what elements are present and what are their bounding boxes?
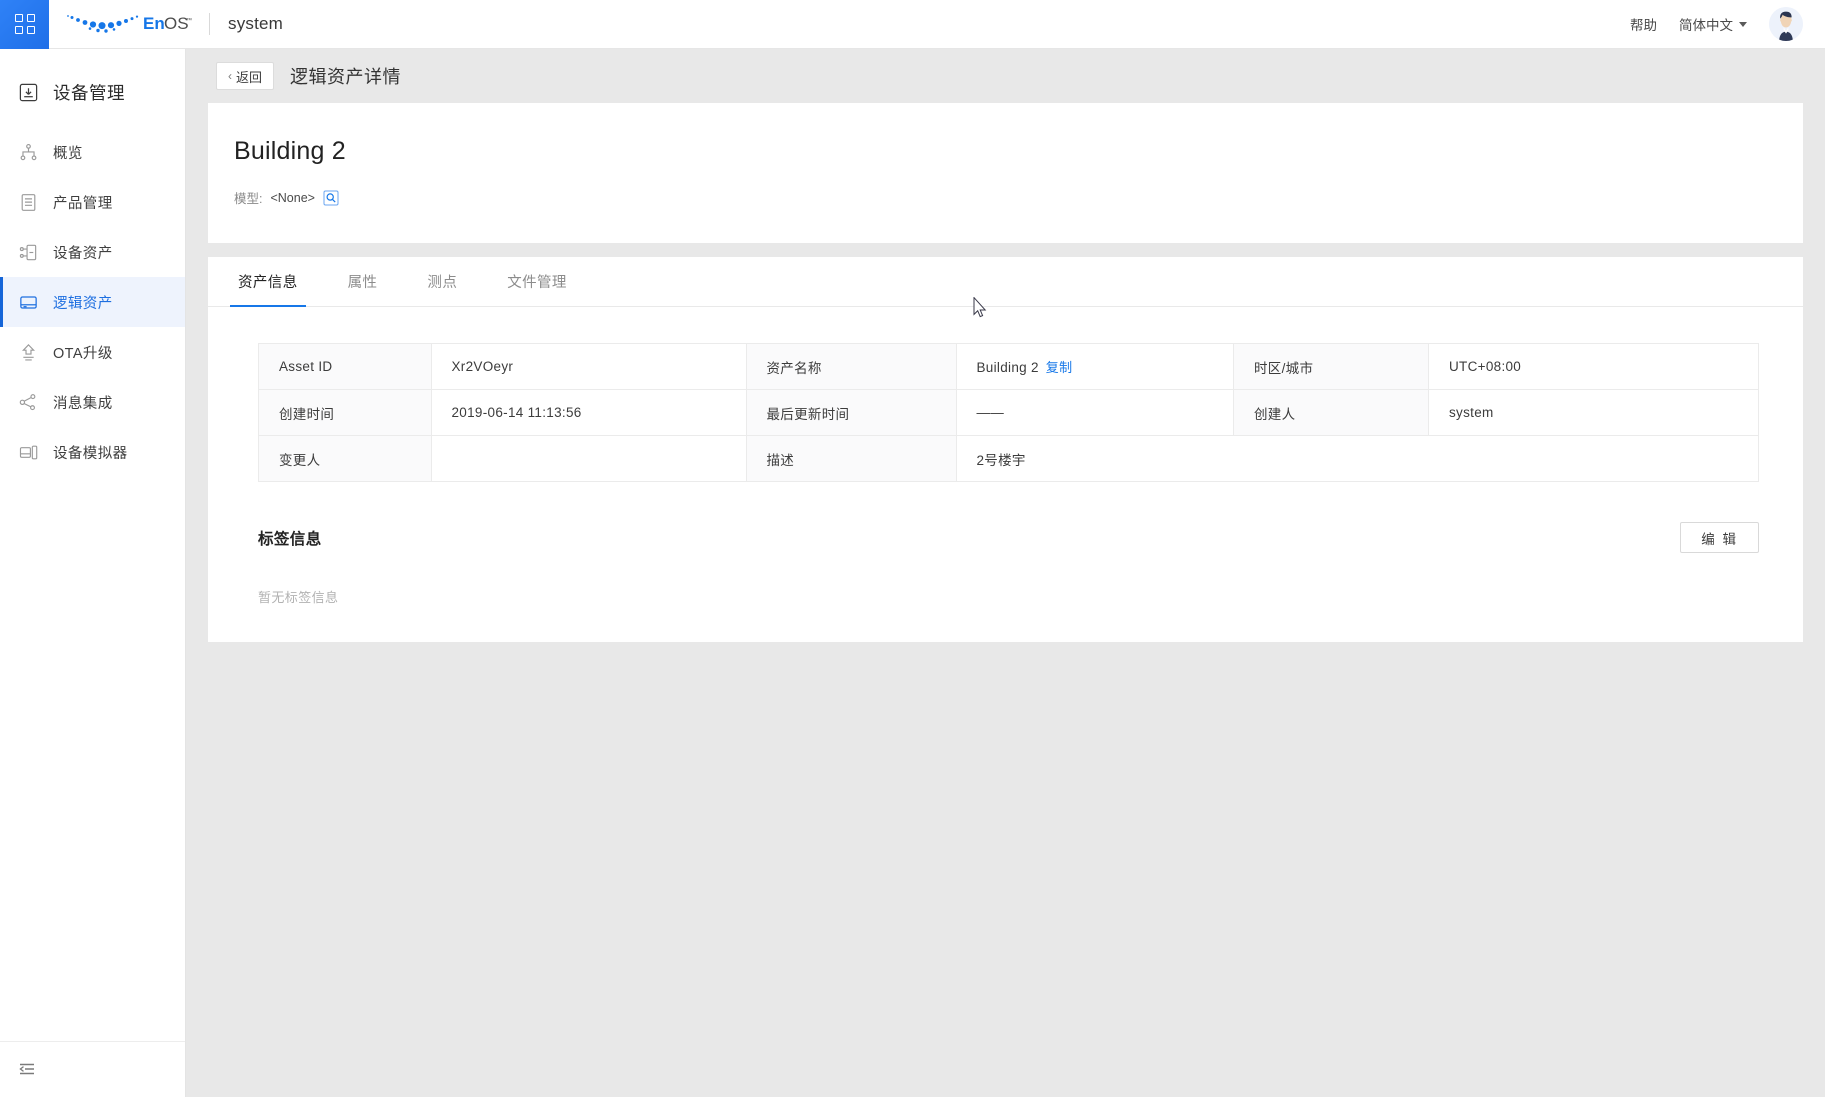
chevron-left-icon: ‹ (228, 69, 232, 83)
table-row: 变更人 描述 2号楼宇 (258, 435, 1759, 482)
sidebar-item-device-simulator[interactable]: 设备模拟器 (0, 427, 185, 477)
sidebar-item-label: 概览 (53, 145, 83, 162)
apps-launcher-button[interactable] (0, 0, 49, 49)
overview-icon (20, 143, 37, 160)
tab-attributes[interactable]: 属性 (344, 271, 382, 306)
page-title: 逻辑资产详情 (290, 67, 402, 87)
cell-asset-name-label: 资产名称 (745, 343, 957, 390)
tag-info-section: 标签信息 编 辑 暂无标签信息 (208, 482, 1803, 606)
left-sidebar: 设备管理 概览 产品管理 设备资产 逻辑资产 OTA升级 消息集成 设备模拟器 (0, 49, 186, 1097)
model-value: <None> (270, 190, 315, 205)
collapse-sidebar-icon[interactable] (16, 1058, 38, 1080)
help-link[interactable]: 帮助 (1630, 14, 1657, 34)
cell-asset-name-value: Building 2 复制 (955, 343, 1234, 390)
tag-info-title: 标签信息 (258, 530, 322, 548)
cell-creator-value: system (1428, 389, 1759, 436)
tab-asset-info[interactable]: 资产信息 (230, 271, 306, 307)
cell-asset-id-label: Asset ID (258, 343, 432, 390)
back-button-label: 返回 (236, 69, 263, 85)
edit-button[interactable]: 编 辑 (1680, 522, 1759, 553)
cell-timezone-label: 时区/城市 (1233, 343, 1429, 390)
table-row: 创建时间 2019-06-14 11:13:56 最后更新时间 —— 创建人 s… (258, 389, 1759, 436)
top-header-bar: En OS ™ system 帮助 简体中文 (0, 0, 1825, 49)
sidebar-item-label: 设备模拟器 (53, 445, 128, 462)
sidebar-title: 设备管理 (53, 82, 125, 103)
asset-info-table-wrap: Asset ID Xr2VOeyr 资产名称 Building 2 复制 时区/城… (208, 307, 1803, 482)
chevron-down-icon (1739, 21, 1747, 27)
asset-name-text: Building 2 (976, 360, 1039, 375)
sidebar-item-label: 设备资产 (53, 245, 113, 262)
cell-created-time-value: 2019-06-14 11:13:56 (430, 389, 747, 436)
product-management-icon (21, 193, 36, 211)
enos-logo: En OS ™ (67, 14, 192, 33)
sidebar-nav-list: 概览 产品管理 设备资产 逻辑资产 OTA升级 消息集成 设备模拟器 (0, 127, 185, 477)
sidebar-footer (0, 1041, 185, 1097)
tab-bar: 资产信息 属性 测点 文件管理 (208, 257, 1803, 307)
copy-link[interactable]: 复制 (1046, 360, 1073, 375)
breadcrumb: ‹ 返回 逻辑资产详情 (186, 49, 1825, 103)
cell-asset-id-value: Xr2VOeyr (430, 343, 747, 390)
ota-upgrade-icon (21, 343, 36, 361)
search-model-icon[interactable] (323, 190, 339, 206)
cell-modifier-label: 变更人 (258, 435, 432, 482)
asset-model-row: 模型: <None> (234, 188, 1777, 207)
cell-description-label: 描述 (745, 435, 957, 482)
cell-description-value: 2号楼宇 (955, 435, 1759, 482)
sidebar-item-label: 逻辑资产 (53, 295, 113, 312)
table-row: Asset ID Xr2VOeyr 资产名称 Building 2 复制 时区/城… (258, 343, 1759, 390)
sidebar-item-message-integration[interactable]: 消息集成 (0, 377, 185, 427)
device-management-icon (19, 83, 38, 101)
asset-name-heading: Building 2 (234, 137, 346, 165)
sidebar-item-product-management[interactable]: 产品管理 (0, 177, 185, 227)
message-integration-icon (19, 393, 36, 410)
device-asset-icon (19, 244, 37, 260)
cell-modifier-value (430, 435, 747, 482)
sidebar-item-label: 消息集成 (53, 395, 113, 412)
asset-header-card: Building 2 模型: <None> (208, 103, 1803, 243)
avatar[interactable] (1769, 7, 1803, 41)
sidebar-item-ota-upgrade[interactable]: OTA升级 (0, 327, 185, 377)
sidebar-item-label: OTA升级 (53, 345, 113, 362)
tab-label: 属性 (347, 275, 378, 291)
svg-text:™: ™ (186, 17, 192, 24)
tab-label: 测点 (427, 275, 458, 291)
cell-timezone-value: UTC+08:00 (1428, 343, 1759, 390)
language-selector[interactable]: 简体中文 (1679, 14, 1747, 34)
cell-last-updated-label: 最后更新时间 (745, 389, 957, 436)
brand-block: En OS ™ system (65, 10, 283, 38)
sidebar-item-logical-asset[interactable]: 逻辑资产 (0, 277, 185, 327)
sidebar-item-device-asset[interactable]: 设备资产 (0, 227, 185, 277)
back-button[interactable]: ‹ 返回 (216, 62, 275, 90)
asset-info-table: Asset ID Xr2VOeyr 资产名称 Building 2 复制 时区/城… (258, 343, 1759, 482)
logical-asset-icon (20, 295, 37, 309)
svg-text:En: En (143, 14, 165, 33)
model-label: 模型: (234, 192, 263, 206)
svg-text:OS: OS (164, 14, 189, 33)
main-content-area: ‹ 返回 逻辑资产详情 Building 2 模型: <None> 资产信息 属… (186, 49, 1825, 1097)
header-right-actions: 帮助 简体中文 (1630, 7, 1825, 41)
device-simulator-icon (19, 445, 38, 459)
sidebar-header: 设备管理 (0, 63, 185, 121)
tag-empty-text: 暂无标签信息 (258, 590, 339, 605)
cell-created-time-label: 创建时间 (258, 389, 432, 436)
tab-label: 文件管理 (507, 275, 567, 291)
tag-info-header: 标签信息 编 辑 (258, 522, 1759, 553)
apps-grid-icon (14, 14, 35, 34)
tab-label: 资产信息 (238, 275, 298, 291)
tab-file-management[interactable]: 文件管理 (503, 271, 571, 306)
language-label: 简体中文 (1679, 18, 1733, 33)
sidebar-item-overview[interactable]: 概览 (0, 127, 185, 177)
tenant-name: system (228, 14, 284, 33)
asset-detail-card: 资产信息 属性 测点 文件管理 Asset ID Xr2VOeyr 资产名称 B… (208, 257, 1803, 642)
cell-creator-label: 创建人 (1233, 389, 1429, 436)
brand-divider (209, 13, 210, 35)
asset-header-inner: Building 2 模型: <None> (208, 103, 1803, 243)
sidebar-item-label: 产品管理 (53, 195, 113, 212)
cell-last-updated-value: —— (955, 389, 1234, 436)
tab-measurement-points[interactable]: 测点 (423, 271, 461, 306)
